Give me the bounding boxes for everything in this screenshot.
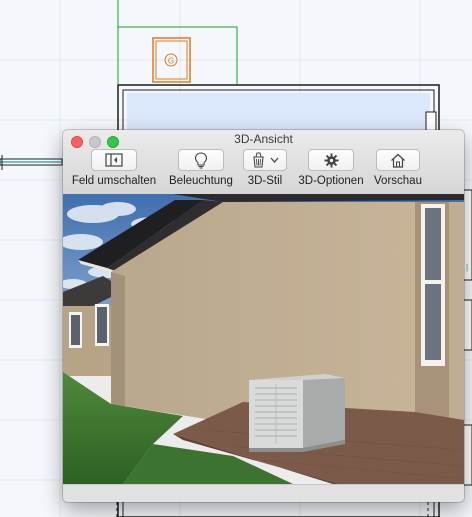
- 3d-options-label: 3D-Optionen: [298, 175, 364, 187]
- toggle-panel-label: Feld umschalten: [71, 175, 157, 187]
- toggle-panel-button[interactable]: [91, 149, 137, 171]
- toggle-panel-icon: [105, 153, 123, 167]
- appliance-symbol-label: G: [168, 57, 174, 66]
- svg-text:|: |: [466, 263, 468, 272]
- window-title: 3D-Ansicht: [234, 132, 293, 146]
- gear-icon: [323, 152, 339, 168]
- paint-bucket-icon: [253, 152, 264, 168]
- lighting-label: Beleuchtung: [169, 175, 233, 187]
- chevron-down-icon: [270, 157, 279, 163]
- right-wall-segments: [462, 189, 472, 486]
- 3d-view-window[interactable]: 3D-Ansicht Feld umschalten Beleuchtung 3…: [63, 130, 464, 502]
- status-bar: [63, 484, 464, 502]
- 3d-style-tool[interactable]: 3D-Stil: [238, 149, 292, 187]
- lighting-tool[interactable]: Beleuchtung: [166, 149, 236, 187]
- house-icon: [391, 153, 405, 168]
- 3d-options-tool[interactable]: 3D-Optionen: [295, 149, 367, 187]
- toggle-panel-tool[interactable]: Feld umschalten: [69, 149, 159, 187]
- title-bar[interactable]: 3D-Ansicht Feld umschalten Beleuchtung 3…: [63, 130, 464, 195]
- ac-unit: [249, 374, 345, 452]
- preview-button[interactable]: [376, 149, 420, 171]
- 3d-style-label: 3D-Stil: [247, 175, 283, 187]
- 3d-options-button[interactable]: [308, 149, 354, 171]
- 3d-style-button[interactable]: [243, 149, 287, 171]
- lightbulb-icon: [194, 151, 208, 169]
- lighting-button[interactable]: [178, 149, 224, 171]
- 3d-viewport[interactable]: [63, 194, 464, 484]
- preview-label: Vorschau: [374, 175, 422, 187]
- preview-tool[interactable]: Vorschau: [371, 149, 425, 187]
